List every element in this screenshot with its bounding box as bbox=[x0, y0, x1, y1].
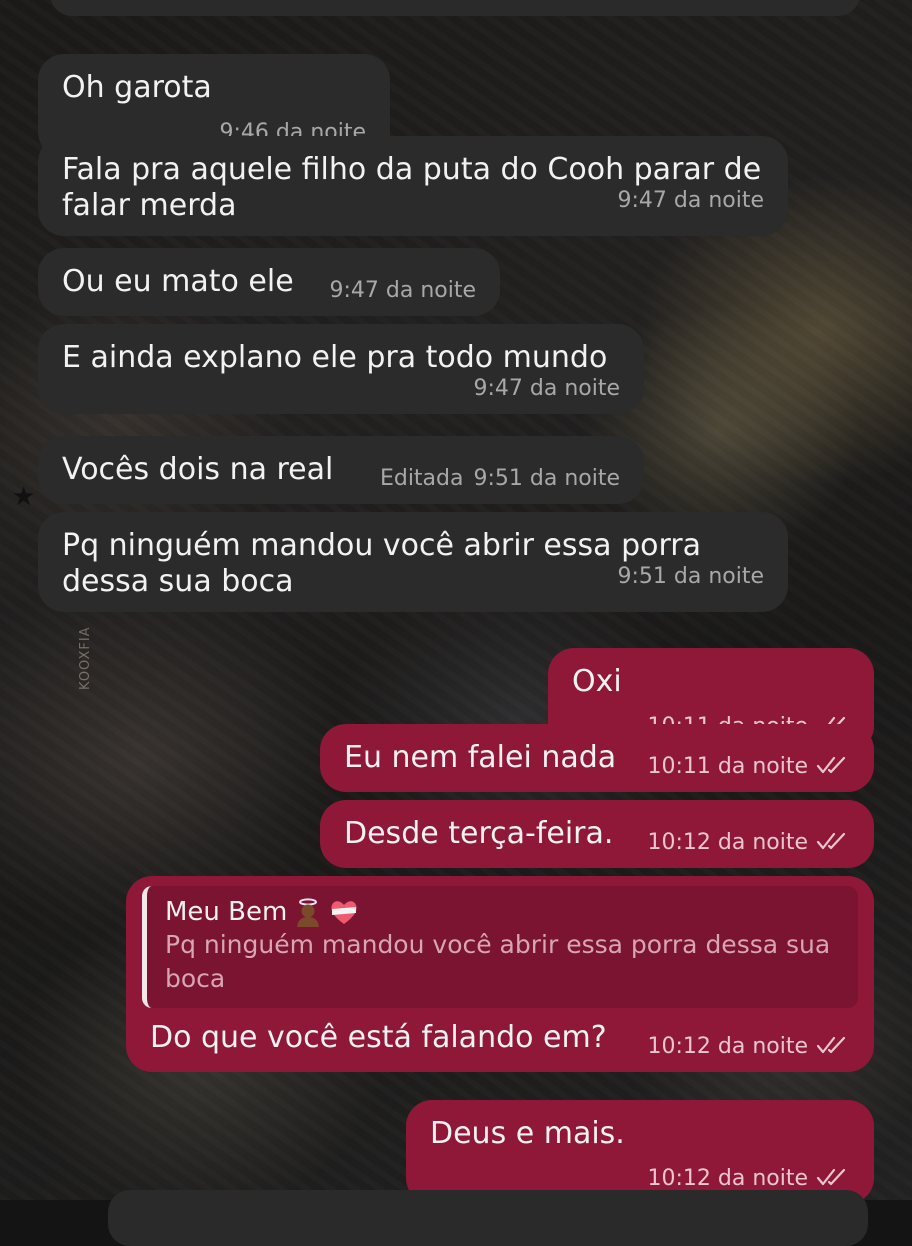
message-time: 10:12 da noite bbox=[647, 1034, 808, 1059]
message-meta: 10:11 da noite bbox=[647, 754, 850, 780]
message-bubble-outgoing[interactable]: Eu nem falei nada 10:11 da noite bbox=[320, 724, 874, 792]
wallpaper-star-decoration: ★ bbox=[12, 482, 36, 512]
edited-label: Editada bbox=[379, 466, 464, 491]
message-time: 9:47 da noite bbox=[617, 188, 764, 213]
message-text: E ainda explano ele pra todo mundo bbox=[62, 340, 608, 375]
message-meta: 10:12 da noite bbox=[647, 1034, 850, 1060]
message-text: Do que você está falando em? bbox=[150, 1020, 607, 1055]
message-bubble-incoming[interactable]: Ou eu mato ele 9:47 da noite bbox=[38, 248, 500, 316]
double-check-icon bbox=[816, 1168, 846, 1186]
message-meta: Editada 9:51 da noite bbox=[380, 466, 620, 492]
double-check-icon bbox=[816, 832, 846, 850]
reply-sender-name: Meu Bem bbox=[165, 897, 288, 927]
wallpaper-watermark: KOOXFIA bbox=[78, 626, 93, 690]
message-text: Vocês dois na real bbox=[62, 452, 334, 487]
message-time: 10:11 da noite bbox=[647, 754, 808, 779]
message-time: 9:51 da noite bbox=[473, 466, 620, 491]
message-text: Deus e mais. bbox=[430, 1116, 625, 1151]
reply-quoted-text: Pq ninguém mandou você abrir essa porra … bbox=[165, 930, 831, 993]
reply-sender: Meu Bem bbox=[165, 896, 842, 928]
message-time: 10:12 da noite bbox=[647, 1166, 808, 1191]
message-bubble-outgoing[interactable]: Desde terça-feira. 10:12 da noite bbox=[320, 800, 874, 868]
message-text: Oxi bbox=[572, 664, 622, 699]
message-time: 9:47 da noite bbox=[329, 278, 476, 303]
message-meta: 10:12 da noite bbox=[647, 830, 850, 856]
reply-preview[interactable]: Meu Bem Pq ninguém mandou você abrir ess… bbox=[142, 886, 858, 1008]
message-bubble-incoming[interactable]: E ainda explano ele pra todo mundo 9:47 … bbox=[38, 324, 644, 414]
bandaged-heart-emoji-icon bbox=[331, 901, 357, 924]
previous-message-bubble[interactable] bbox=[50, 0, 860, 16]
double-check-icon bbox=[816, 756, 846, 774]
message-meta: 10:12 da noite bbox=[647, 1166, 850, 1192]
message-bubble-incoming[interactable]: Fala pra aquele filho da puta do Cooh pa… bbox=[38, 136, 788, 236]
message-bubble-incoming[interactable]: Pq ninguém mandou você abrir essa porra … bbox=[38, 512, 788, 612]
message-text: Eu nem falei nada bbox=[344, 740, 617, 775]
message-text: Desde terça-feira. bbox=[344, 816, 614, 851]
message-bubble-incoming[interactable]: Vocês dois na real Editada 9:51 da noite bbox=[38, 436, 644, 504]
message-bubble-outgoing[interactable]: Deus e mais. 10:12 da noite bbox=[406, 1100, 874, 1204]
angel-emoji-icon bbox=[297, 898, 320, 927]
message-time: 9:47 da noite bbox=[473, 376, 620, 401]
message-text: Pq ninguém mandou você abrir essa porra … bbox=[62, 528, 701, 599]
message-text: Oh garota bbox=[62, 70, 212, 105]
next-message-bubble[interactable] bbox=[108, 1190, 868, 1246]
message-bubble-outgoing-reply[interactable]: Meu Bem Pq ninguém mandou você abrir ess… bbox=[126, 876, 874, 1072]
message-time: 10:12 da noite bbox=[647, 830, 808, 855]
double-check-icon bbox=[816, 1036, 846, 1054]
message-time: 9:51 da noite bbox=[617, 564, 764, 589]
message-text: Ou eu mato ele bbox=[62, 264, 294, 299]
